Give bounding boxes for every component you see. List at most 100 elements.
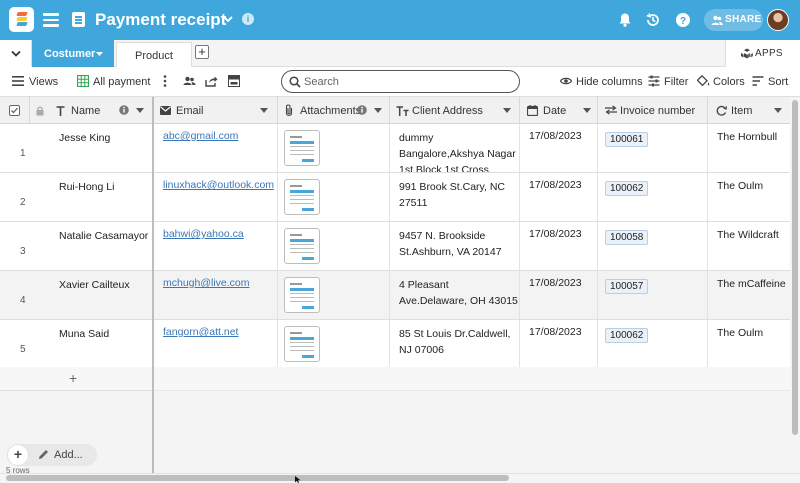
avatar[interactable] (767, 9, 789, 31)
scroll-thumb[interactable] (792, 100, 798, 435)
client-address-cell[interactable]: 9457 N. Brookside St.Ashburn, VA 20147 (390, 222, 520, 271)
name-cell[interactable]: Jesse King (59, 130, 110, 146)
table-row[interactable]: 3 Natalie Casamayor bahwi@yahoo.ca 9457 … (0, 222, 790, 271)
apps-button[interactable]: APPS (725, 40, 800, 67)
date-cell[interactable]: 17/08/2023 (520, 222, 598, 271)
item-cell[interactable]: The Wildcraft (708, 222, 790, 271)
attachments-cell[interactable] (278, 222, 390, 271)
add-row-button[interactable]: + (0, 367, 152, 391)
client-address-cell[interactable]: dummy Bangalore,Akshya Nagar 1st Block 1… (390, 124, 520, 173)
colors-button[interactable]: Colors (697, 67, 745, 97)
collaborators-icon[interactable] (183, 67, 197, 97)
plus-icon[interactable]: + (7, 444, 29, 466)
email-link[interactable]: bahwi@yahoo.ca (163, 226, 244, 242)
caret-down-icon[interactable] (260, 108, 268, 113)
checkbox-icon[interactable] (9, 105, 20, 116)
table-row[interactable]: 2 Rui-Hong Li linuxhack@outlook.com 991 … (0, 173, 790, 222)
item-cell[interactable]: The mCaffeine (708, 271, 790, 320)
form-view-icon[interactable] (228, 67, 242, 97)
column-header-attachments[interactable]: Attachments (278, 97, 390, 124)
caret-down-icon[interactable] (503, 108, 511, 113)
email-cell[interactable]: bahwi@yahoo.ca (154, 222, 278, 271)
add-button[interactable]: + Add... (7, 444, 97, 466)
invoice-number-cell[interactable]: 100058 (598, 222, 708, 271)
invoice-number-cell[interactable]: 100057 (598, 271, 708, 320)
item-cell[interactable]: The Hornbull (708, 124, 790, 173)
caret-down-icon[interactable] (774, 108, 782, 113)
share-view-icon[interactable] (205, 67, 219, 97)
app-logo-icon[interactable] (9, 7, 34, 32)
email-cell[interactable]: linuxhack@outlook.com (154, 173, 278, 222)
search-input[interactable] (304, 74, 504, 89)
row-header[interactable]: 2 Rui-Hong Li (0, 173, 152, 222)
invoice-chip[interactable]: 100062 (605, 328, 649, 343)
row-header[interactable]: 4 Xavier Cailteux (0, 271, 152, 320)
add-row-strip[interactable] (154, 367, 790, 391)
item-cell[interactable]: The Oulm (708, 320, 790, 369)
hide-columns-button[interactable]: Hide columns (560, 67, 643, 97)
email-link[interactable]: abc@gmail.com (163, 128, 238, 144)
chevron-down-icon[interactable] (222, 13, 234, 25)
add-table-button[interactable]: + (195, 45, 209, 59)
info-icon[interactable]: i (242, 13, 254, 25)
frozen-column-divider[interactable] (152, 97, 154, 473)
attachment-thumbnail[interactable] (284, 179, 320, 215)
table-row[interactable]: 4 Xavier Cailteux mchugh@live.com 4 Plea… (0, 271, 790, 320)
column-header-item[interactable]: Item (708, 97, 790, 124)
attachments-cell[interactable] (278, 124, 390, 173)
bell-icon[interactable] (617, 12, 633, 28)
more-vert-icon[interactable] (163, 67, 169, 97)
attachment-thumbnail[interactable] (284, 326, 320, 362)
share-button[interactable]: SHARE (704, 9, 763, 31)
horizontal-scrollbar[interactable] (0, 473, 800, 483)
invoice-chip[interactable]: 100061 (605, 132, 649, 147)
name-cell[interactable]: Natalie Casamayor (59, 228, 148, 244)
view-selector[interactable]: All payment (77, 67, 157, 97)
tab-costumer[interactable]: Costumer (32, 40, 114, 67)
history-icon[interactable] (645, 12, 661, 28)
column-header-client-address[interactable]: Client Address (390, 97, 520, 124)
caret-down-icon[interactable] (583, 108, 591, 113)
attachment-thumbnail[interactable] (284, 130, 320, 166)
email-cell[interactable]: fangorn@att.net (154, 320, 278, 369)
info-icon[interactable] (357, 105, 367, 115)
page-title[interactable]: Payment receipt (95, 10, 226, 30)
sort-button[interactable]: Sort (752, 67, 792, 97)
date-cell[interactable]: 17/08/2023 (520, 320, 598, 369)
invoice-number-cell[interactable]: 100062 (598, 173, 708, 222)
email-cell[interactable]: abc@gmail.com (154, 124, 278, 173)
invoice-chip[interactable]: 100058 (605, 230, 649, 245)
attachment-thumbnail[interactable] (284, 277, 320, 313)
name-cell[interactable]: Xavier Cailteux (59, 277, 130, 293)
table-row[interactable]: 1 Jesse King abc@gmail.com dummy Bangalo… (0, 124, 790, 173)
item-cell[interactable]: The Oulm (708, 173, 790, 222)
vertical-scrollbar[interactable] (790, 97, 800, 473)
column-header-invoice-number[interactable]: Invoice number (598, 97, 708, 124)
search-box[interactable] (281, 70, 520, 93)
menu-icon[interactable] (43, 13, 59, 27)
name-cell[interactable]: Rui-Hong Li (59, 179, 114, 195)
email-link[interactable]: fangorn@att.net (163, 324, 238, 340)
date-cell[interactable]: 17/08/2023 (520, 124, 598, 173)
filter-button[interactable]: Filter (648, 67, 690, 97)
row-header[interactable]: 1 Jesse King (0, 124, 152, 173)
column-header-email[interactable]: Email (154, 97, 278, 124)
client-address-cell[interactable]: 85 St Louis Dr.Caldwell, NJ 07006 (390, 320, 520, 369)
email-link[interactable]: linuxhack@outlook.com (163, 177, 274, 193)
client-address-cell[interactable]: 991 Brook St.Cary, NC 27511 (390, 173, 520, 222)
date-cell[interactable]: 17/08/2023 (520, 173, 598, 222)
invoice-chip[interactable]: 100062 (605, 181, 649, 196)
row-header[interactable]: 5 Muna Said (0, 320, 152, 369)
table-row[interactable]: 5 Muna Said fangorn@att.net 85 St Louis … (0, 320, 790, 369)
caret-down-icon[interactable] (374, 108, 382, 113)
email-link[interactable]: mchugh@live.com (163, 275, 250, 291)
help-icon[interactable]: ? (675, 12, 691, 28)
date-cell[interactable]: 17/08/2023 (520, 271, 598, 320)
attachments-cell[interactable] (278, 320, 390, 369)
collapse-tabs-button[interactable] (0, 40, 32, 67)
client-address-cell[interactable]: 4 Pleasant Ave.Delaware, OH 43015 (390, 271, 520, 320)
attachment-thumbnail[interactable] (284, 228, 320, 264)
attachments-cell[interactable] (278, 271, 390, 320)
email-cell[interactable]: mchugh@live.com (154, 271, 278, 320)
invoice-number-cell[interactable]: 100061 (598, 124, 708, 173)
